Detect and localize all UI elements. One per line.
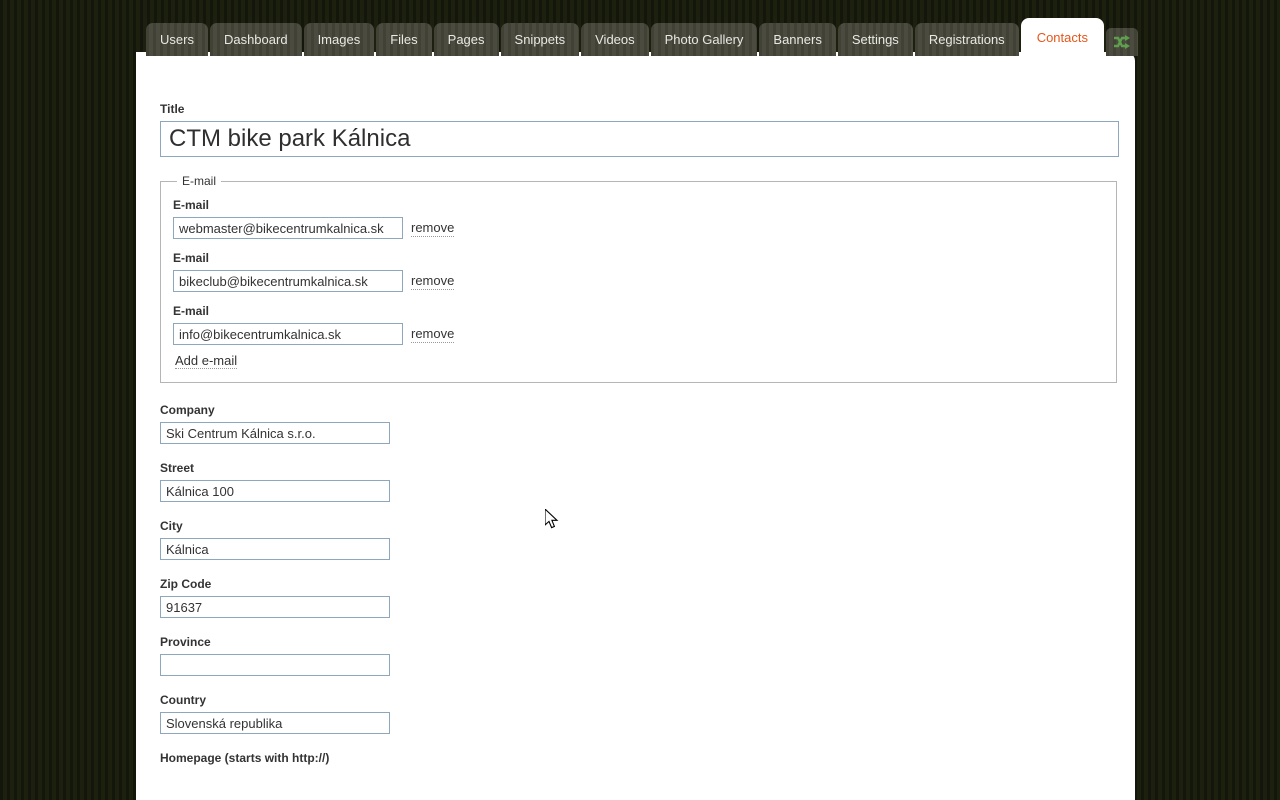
tab-files[interactable]: Files bbox=[376, 23, 432, 56]
province-input[interactable] bbox=[160, 654, 390, 676]
street-input[interactable] bbox=[160, 480, 390, 502]
zip-code-label: Zip Code bbox=[160, 577, 212, 591]
content-panel: Title E-mail E-mail remove E-mail remove bbox=[136, 52, 1135, 800]
tab-videos[interactable]: Videos bbox=[581, 23, 649, 56]
title-input[interactable] bbox=[160, 121, 1119, 157]
tab-pages[interactable]: Pages bbox=[433, 23, 499, 56]
email-fieldset: E-mail E-mail remove E-mail remove E-mai… bbox=[160, 174, 1117, 383]
zip-code-input[interactable] bbox=[160, 596, 390, 618]
field-title: Title bbox=[160, 102, 1120, 157]
email-label: E-mail bbox=[173, 198, 210, 212]
email-input[interactable] bbox=[173, 217, 403, 239]
tab-settings[interactable]: Settings bbox=[837, 23, 913, 56]
email-label: E-mail bbox=[173, 251, 210, 265]
tab-photo-gallery[interactable]: Photo Gallery bbox=[650, 23, 758, 56]
tab-snippets[interactable]: Snippets bbox=[500, 23, 580, 56]
tab-label: Pages bbox=[447, 32, 485, 47]
tab-label: Videos bbox=[595, 32, 635, 47]
email-label: E-mail bbox=[173, 304, 210, 318]
tab-banners[interactable]: Banners bbox=[759, 23, 836, 56]
email-row: E-mail remove bbox=[173, 251, 1104, 292]
email-row: E-mail remove bbox=[173, 198, 1104, 239]
tab-label: Contacts bbox=[1036, 29, 1088, 45]
tab-dashboard[interactable]: Dashboard bbox=[209, 23, 302, 56]
email-remove-link[interactable]: remove bbox=[411, 220, 455, 237]
tab-label: Registrations bbox=[928, 32, 1005, 47]
tab-label: Images bbox=[317, 32, 361, 47]
tab-label: Dashboard bbox=[223, 32, 288, 47]
field-homepage: Homepage (starts with http://) bbox=[160, 751, 1120, 770]
tab-label: Snippets bbox=[514, 32, 566, 47]
field-city: City bbox=[160, 519, 1120, 560]
street-label: Street bbox=[160, 461, 195, 475]
tab-label: Banners bbox=[773, 32, 822, 47]
email-fieldset-legend: E-mail bbox=[182, 174, 217, 188]
tab-users[interactable]: Users bbox=[146, 23, 208, 56]
field-street: Street bbox=[160, 461, 1120, 502]
email-row: E-mail remove bbox=[173, 304, 1104, 345]
field-province: Province bbox=[160, 635, 1120, 676]
email-input[interactable] bbox=[173, 323, 403, 345]
country-input[interactable] bbox=[160, 712, 390, 734]
homepage-label: Homepage (starts with http://) bbox=[160, 751, 330, 765]
company-input[interactable] bbox=[160, 422, 390, 444]
tab-reorder-button[interactable] bbox=[1106, 28, 1138, 56]
main-tab-bar: Users Dashboard Images Files Pages Snipp… bbox=[146, 18, 1140, 56]
tab-contacts[interactable]: Contacts bbox=[1020, 18, 1104, 56]
add-email-link[interactable]: Add e-mail bbox=[175, 353, 238, 369]
email-input[interactable] bbox=[173, 270, 403, 292]
email-remove-link[interactable]: remove bbox=[411, 273, 455, 290]
field-zip-code: Zip Code bbox=[160, 577, 1120, 618]
tab-label: Users bbox=[160, 32, 194, 47]
email-remove-link[interactable]: remove bbox=[411, 326, 455, 343]
shuffle-icon bbox=[1113, 34, 1131, 50]
country-label: Country bbox=[160, 693, 206, 707]
city-label: City bbox=[160, 519, 183, 533]
title-label: Title bbox=[160, 102, 185, 116]
field-country: Country bbox=[160, 693, 1120, 734]
tab-label: Settings bbox=[851, 32, 899, 47]
company-label: Company bbox=[160, 403, 215, 417]
tab-label: Photo Gallery bbox=[664, 32, 744, 47]
contact-form: Title E-mail E-mail remove E-mail remove bbox=[160, 102, 1120, 787]
province-label: Province bbox=[160, 635, 211, 649]
city-input[interactable] bbox=[160, 538, 390, 560]
tab-images[interactable]: Images bbox=[303, 23, 375, 56]
tab-registrations[interactable]: Registrations bbox=[914, 23, 1019, 56]
field-company: Company bbox=[160, 403, 1120, 444]
tab-label: Files bbox=[390, 32, 418, 47]
